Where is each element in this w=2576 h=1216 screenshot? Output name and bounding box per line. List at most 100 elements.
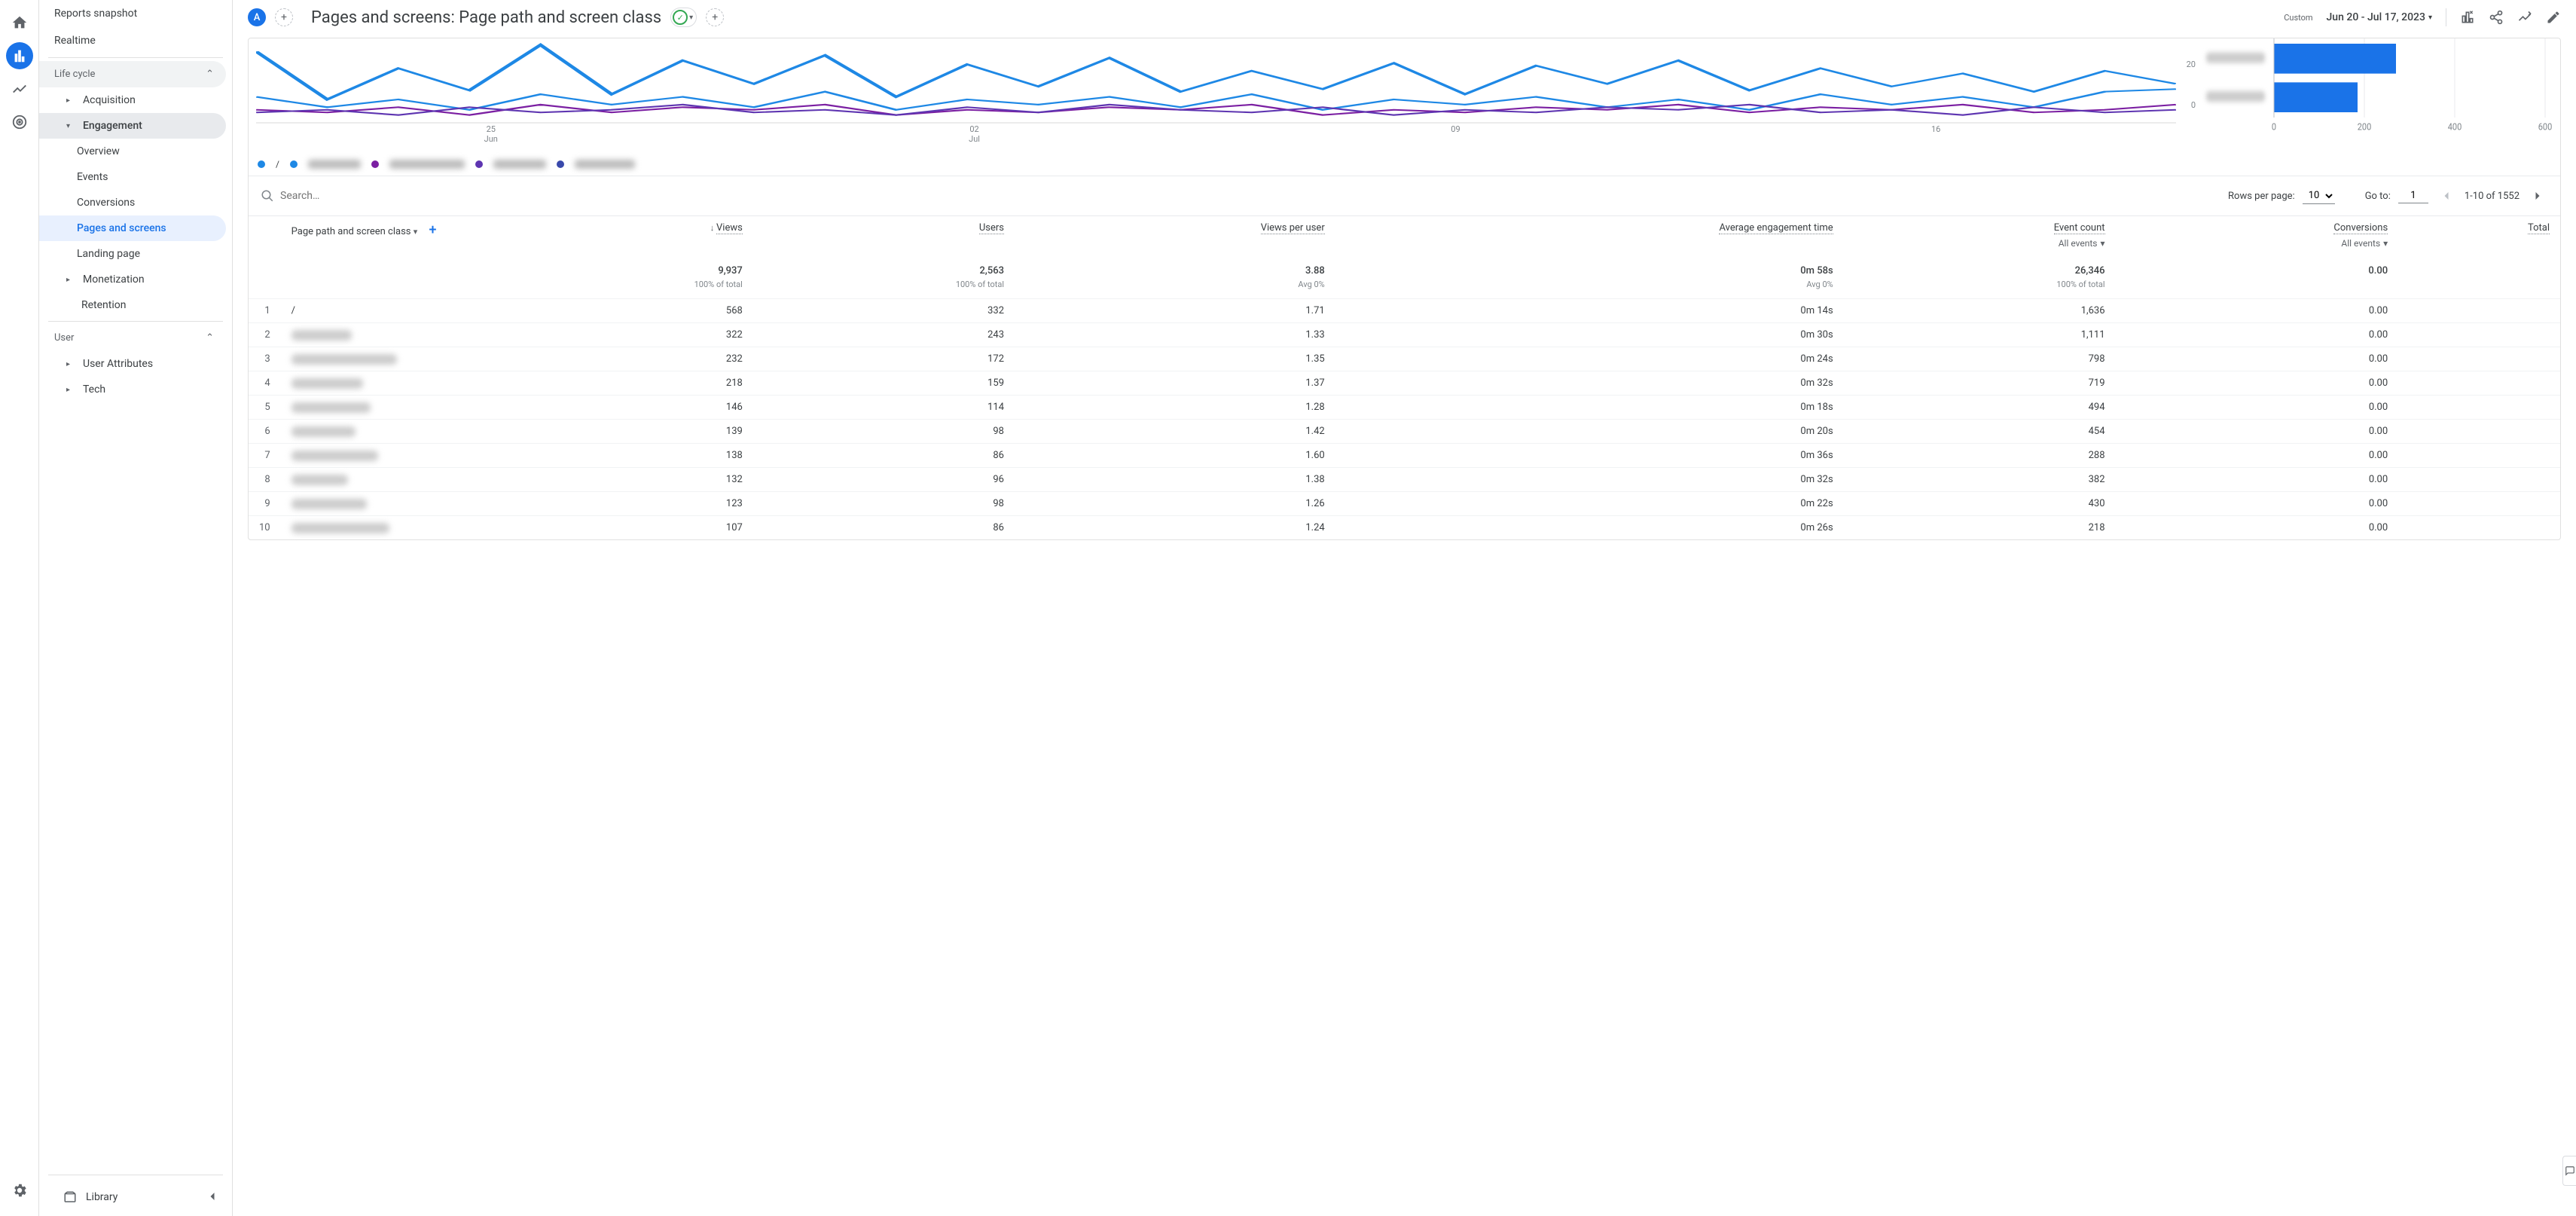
sidebar-tech[interactable]: ▸Tech [39, 377, 226, 402]
rows-per-page-select[interactable]: 10 [2303, 188, 2335, 204]
sidebar-group-user[interactable]: User ⌃ [39, 325, 226, 351]
date-range-picker[interactable]: Jun 20 - Jul 17, 2023▾ [2327, 11, 2432, 23]
caret-right-icon: ▸ [66, 386, 78, 394]
y-tick-0: 0 [2191, 100, 2196, 110]
goto-input[interactable] [2398, 188, 2428, 203]
svg-text:600: 600 [2538, 121, 2553, 133]
table-controls: Rows per page: 10 Go to: 1-10 of 1552 [249, 176, 2560, 215]
sidebar: Reports snapshot Realtime Life cycle ⌃ ▸… [39, 0, 232, 1216]
chart-legend: / [249, 153, 2560, 176]
next-page-button[interactable] [2527, 185, 2548, 206]
chevron-down-icon: ▾ [2100, 238, 2104, 249]
insights-icon[interactable] [2517, 10, 2532, 25]
legend-dot [475, 160, 483, 168]
table-row[interactable]: 23222431.330m 30s1,1110.00 [249, 323, 2560, 347]
check-icon: ✓ [673, 10, 688, 25]
advertising-icon[interactable] [6, 108, 33, 136]
home-icon[interactable] [6, 9, 33, 36]
legend-dot [258, 160, 265, 168]
table-row[interactable]: 51461141.280m 18s4940.00 [249, 396, 2560, 420]
caret-right-icon: ▸ [66, 96, 78, 105]
customize-report-icon[interactable] [2460, 10, 2475, 25]
table-row[interactable]: 10107861.240m 26s2180.00 [249, 516, 2560, 540]
sidebar-group-life-cycle[interactable]: Life cycle ⌃ [39, 61, 226, 87]
chevron-down-icon: ▾ [2428, 14, 2432, 22]
sidebar-realtime[interactable]: Realtime [39, 27, 226, 54]
legend-dot [290, 160, 298, 168]
icon-rail [0, 0, 39, 1216]
report-card: 20 0 25Jun 02Jul 09 16 0200400600 [248, 38, 2561, 540]
header: A + Pages and screens: Page path and scr… [233, 0, 2576, 38]
search-icon [261, 189, 274, 203]
chevron-down-icon: ▾ [414, 227, 418, 237]
add-dimension-button[interactable]: + [429, 222, 437, 238]
sidebar-engagement-pages-screens[interactable]: Pages and screens [39, 215, 226, 241]
col-views-per-user[interactable]: Views per user [1015, 216, 1335, 255]
y-tick-20: 20 [2187, 60, 2196, 69]
sort-desc-icon: ↓ [710, 223, 716, 233]
chevron-up-icon: ⌃ [206, 69, 214, 80]
add-filter-button[interactable]: + [706, 8, 724, 26]
col-dimension[interactable]: Page path and screen class ▾ + [281, 216, 492, 255]
rows-per-page-label: Rows per page: [2228, 191, 2295, 202]
col-event-count[interactable]: Event countAll events▾ [1844, 216, 2116, 255]
reports-icon[interactable] [6, 42, 33, 69]
sidebar-library[interactable]: Library [48, 1175, 223, 1216]
bar-chart: 0 200 400 600 [2199, 38, 2560, 144]
sidebar-engagement[interactable]: ▾Engagement [39, 113, 226, 139]
caret-right-icon: ▸ [66, 360, 78, 368]
search-input[interactable] [280, 190, 431, 202]
sidebar-reports-snapshot[interactable]: Reports snapshot [39, 0, 226, 27]
sidebar-monetization[interactable]: ▸Monetization [39, 267, 226, 292]
chevron-down-icon: ▾ [689, 14, 693, 22]
table-row[interactable]: 9123981.260m 22s4300.00 [249, 492, 2560, 516]
sidebar-engagement-events[interactable]: Events [39, 164, 226, 190]
segment-avatar[interactable]: A [248, 8, 266, 26]
custom-label: Custom [2284, 13, 2312, 23]
page-info: 1-10 of 1552 [2465, 191, 2520, 202]
life-cycle-label: Life cycle [54, 69, 95, 80]
table-row[interactable]: 8132961.380m 32s3820.00 [249, 468, 2560, 492]
sidebar-engagement-landing-page[interactable]: Landing page [39, 241, 226, 267]
svg-text:0: 0 [2272, 121, 2276, 133]
table-row[interactable]: 32321721.350m 24s7980.00 [249, 347, 2560, 371]
goto-label: Go to: [2365, 191, 2391, 202]
status-pill[interactable]: ✓ ▾ [670, 8, 697, 27]
svg-text:400: 400 [2448, 121, 2462, 133]
add-comparison-button[interactable]: + [275, 8, 293, 26]
library-icon [63, 1190, 77, 1204]
col-conversions[interactable]: ConversionsAll events▾ [2116, 216, 2399, 255]
collapse-sidebar-button[interactable] [200, 1184, 224, 1208]
legend-dot [371, 160, 379, 168]
col-users[interactable]: Users [753, 216, 1015, 255]
admin-icon[interactable] [6, 1177, 33, 1204]
sidebar-engagement-overview[interactable]: Overview [39, 139, 226, 164]
table-row[interactable]: 42181591.370m 32s7190.00 [249, 371, 2560, 396]
sidebar-engagement-conversions[interactable]: Conversions [39, 190, 226, 215]
legend-dot [557, 160, 564, 168]
share-icon[interactable] [2489, 10, 2504, 25]
feedback-tab[interactable] [2562, 1156, 2576, 1186]
main: A + Pages and screens: Page path and scr… [232, 0, 2576, 1216]
chevron-up-icon: ⌃ [206, 332, 214, 344]
table-row[interactable]: 6139981.420m 20s4540.00 [249, 420, 2560, 444]
col-views[interactable]: ↓ Views [492, 216, 753, 255]
edit-icon[interactable] [2546, 10, 2561, 25]
sidebar-acquisition[interactable]: ▸Acquisition [39, 87, 226, 113]
svg-text:200: 200 [2358, 121, 2372, 133]
line-chart: 20 0 25Jun 02Jul 09 16 [249, 38, 2199, 144]
col-avg-engagement[interactable]: Average engagement time [1335, 216, 1844, 255]
explore-icon[interactable] [6, 75, 33, 102]
table-search[interactable] [261, 189, 2216, 203]
caret-right-icon: ▸ [66, 276, 78, 284]
chevron-down-icon: ▾ [2383, 238, 2388, 249]
sidebar-retention[interactable]: Retention [39, 292, 226, 318]
user-label: User [54, 332, 74, 344]
data-table: Page path and screen class ▾ + ↓ Views U… [249, 215, 2560, 539]
prev-page-button[interactable] [2436, 185, 2457, 206]
sidebar-user-attributes[interactable]: ▸User Attributes [39, 351, 226, 377]
caret-down-icon: ▾ [66, 122, 78, 130]
col-total[interactable]: Total [2398, 216, 2560, 255]
table-row[interactable]: 7138861.600m 36s2880.00 [249, 444, 2560, 468]
table-row[interactable]: 1/5683321.710m 14s1,6360.00 [249, 299, 2560, 323]
